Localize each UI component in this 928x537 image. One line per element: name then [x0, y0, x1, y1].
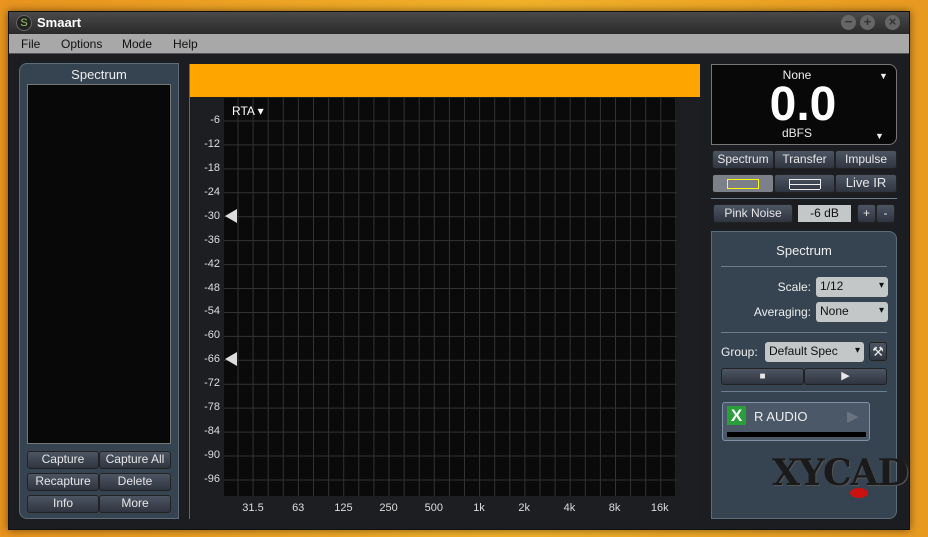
x-tick-label: 2k — [518, 502, 530, 514]
more-button[interactable]: More — [99, 495, 171, 513]
y-tick-label: -24 — [204, 185, 220, 198]
y-tick-label: -42 — [204, 257, 220, 270]
single-view-button[interactable] — [712, 174, 774, 193]
menu-help[interactable]: Help — [173, 37, 198, 51]
watermark-logo: XYCAD — [772, 452, 909, 494]
play-button[interactable]: ▶ — [804, 368, 887, 385]
y-tick-label: -6 — [210, 114, 220, 126]
level-up-button[interactable]: + — [857, 204, 876, 223]
level-meter[interactable]: None ▼ 0.0 dBFS ▼ — [711, 64, 897, 145]
x-tick-label: 63 — [292, 502, 305, 514]
enabled-checkbox[interactable]: X — [727, 406, 746, 425]
y-tick-label: -18 — [204, 161, 220, 174]
menu-options[interactable]: Options — [61, 37, 102, 51]
y-tick-label: -72 — [204, 377, 220, 390]
x-tick-label: 1k — [473, 502, 485, 514]
averaging-label: Averaging: — [753, 305, 811, 319]
divider — [721, 266, 887, 267]
divider — [721, 391, 887, 392]
x-tick-label: 4k — [563, 502, 576, 514]
tab-impulse[interactable]: Impulse — [835, 150, 897, 169]
capture-panel: Spectrum Capture Capture All Recapture D… — [19, 63, 179, 519]
x-tick-label: 16k — [650, 502, 669, 514]
capture-button[interactable]: Capture — [27, 451, 99, 469]
x-tick-label: 500 — [424, 502, 443, 514]
y-tick-label: -60 — [204, 329, 220, 342]
divider — [711, 198, 897, 199]
info-button[interactable]: Info — [27, 495, 99, 513]
scale-select[interactable]: 1/12 — [816, 277, 888, 297]
pink-noise-button[interactable]: Pink Noise — [713, 204, 793, 223]
stop-button[interactable]: ■ — [721, 368, 804, 385]
measurement-r-audio[interactable]: X R AUDIO ▶ — [722, 402, 870, 441]
tools-icon[interactable]: ⚒ — [869, 342, 887, 361]
rta-plot[interactable] — [224, 98, 677, 496]
group-label: Group: — [721, 345, 758, 359]
x-tick-label: 8k — [608, 502, 621, 514]
menu-mode[interactable]: Mode — [122, 37, 152, 51]
window-title: Smaart — [37, 15, 82, 30]
menu-bar: File Options Mode Help — [9, 34, 909, 54]
generator-level-field[interactable]: -6 dB — [798, 205, 851, 222]
y-tick-label: -48 — [204, 281, 220, 294]
dual-pane-icon — [789, 179, 821, 190]
lower-threshold-handle[interactable] — [225, 352, 237, 366]
title-bar: S Smaart − + × — [9, 12, 909, 34]
y-tick-label: -54 — [204, 305, 220, 318]
upper-threshold-handle[interactable] — [225, 209, 237, 223]
y-tick-label: -12 — [204, 137, 220, 150]
capture-all-button[interactable]: Capture All — [99, 451, 171, 469]
y-tick-label: -66 — [204, 353, 220, 366]
capture-panel-title: Spectrum — [71, 67, 127, 82]
y-tick-label: -84 — [204, 425, 220, 438]
level-down-button[interactable]: - — [876, 204, 895, 223]
meter-unit: dBFS — [781, 126, 812, 140]
smaart-logo-icon: S — [16, 15, 32, 31]
single-pane-icon — [727, 179, 759, 189]
menu-file[interactable]: File — [21, 37, 40, 51]
y-tick-label: -30 — [204, 209, 220, 222]
maximize-button[interactable]: + — [860, 15, 875, 30]
scale-label: Scale: — [777, 280, 811, 294]
y-tick-label: -36 — [204, 233, 220, 246]
divider — [721, 332, 887, 333]
plot-banner — [190, 64, 700, 97]
settings-title: Spectrum — [776, 243, 832, 258]
capture-list[interactable] — [27, 84, 171, 444]
y-tick-label: -90 — [204, 449, 220, 462]
x-tick-label: 31.5 — [242, 502, 264, 514]
measurement-level-bar — [727, 432, 866, 437]
x-tick-label: 250 — [379, 502, 398, 514]
measurement-play-icon[interactable]: ▶ — [847, 407, 859, 425]
measurement-name: R AUDIO — [754, 409, 808, 424]
y-tick-label: -78 — [204, 401, 220, 414]
delete-button[interactable]: Delete — [99, 473, 171, 491]
group-select[interactable]: Default Spec — [765, 342, 864, 362]
tab-transfer[interactable]: Transfer — [774, 150, 835, 169]
meter-unit-dropdown-icon[interactable]: ▼ — [875, 131, 884, 141]
minimize-button[interactable]: − — [841, 15, 856, 30]
rta-mode-dropdown[interactable]: RTA ▾ — [232, 104, 264, 118]
meter-value: 0.0 — [769, 78, 837, 131]
dual-view-button[interactable] — [774, 174, 835, 193]
live-ir-button[interactable]: Live IR — [835, 174, 897, 193]
y-tick-label: -96 — [204, 472, 220, 485]
tab-spectrum[interactable]: Spectrum — [712, 150, 774, 169]
close-button[interactable]: × — [885, 15, 900, 30]
watermark-dot — [850, 488, 868, 498]
x-tick-label: 125 — [334, 502, 353, 514]
recapture-button[interactable]: Recapture — [27, 473, 99, 491]
averaging-select[interactable]: None — [816, 302, 888, 322]
